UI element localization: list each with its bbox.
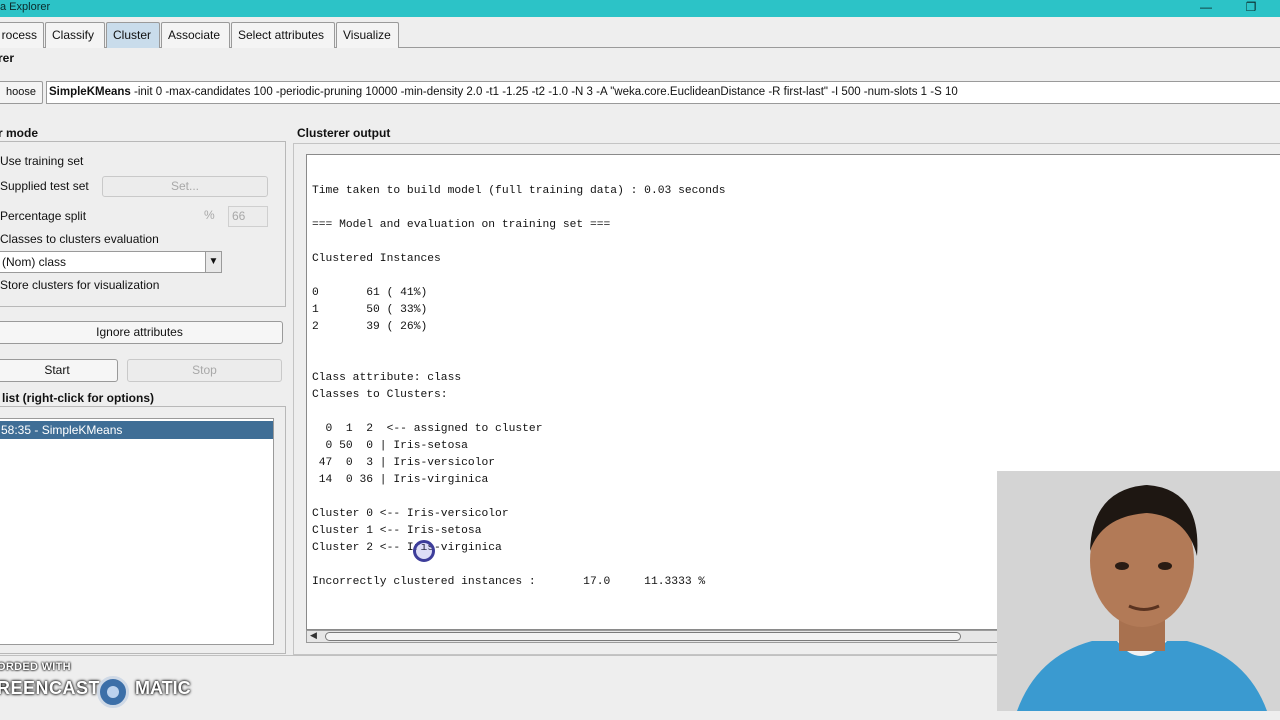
clusterer-output-header: Clusterer output (297, 126, 391, 140)
clusterer-name: SimpleKMeans (49, 86, 131, 98)
minimize-icon[interactable]: — (1198, 0, 1214, 16)
tab-strip: rocess Classify Cluster Associate Select… (0, 18, 1280, 48)
window-titlebar: a Explorer — ❐ (0, 0, 1280, 17)
choose-button[interactable]: hoose (0, 81, 43, 104)
screencast-logo-icon (97, 676, 129, 708)
tab-preprocess[interactable]: rocess (0, 22, 44, 48)
tab-classify[interactable]: Classify (45, 22, 105, 48)
result-list-header: list (right-click for options) (2, 391, 154, 405)
stop-button[interactable]: Stop (127, 359, 282, 382)
tab-select-attributes[interactable]: Select attributes (231, 22, 335, 48)
supplied-test-set-radio[interactable]: Supplied test set (0, 177, 89, 195)
class-attribute-select[interactable]: (Nom) class ▼ (0, 251, 222, 273)
percent-symbol: % (204, 208, 215, 222)
set-button[interactable]: Set... (102, 176, 268, 197)
ignore-attributes-button[interactable]: Ignore attributes (0, 321, 283, 344)
restore-icon[interactable]: ❐ (1243, 0, 1259, 16)
percentage-split-radio[interactable]: Percentage split (0, 207, 86, 225)
tab-associate[interactable]: Associate (161, 22, 230, 48)
result-list-item[interactable]: 58:35 - SimpleKMeans (0, 421, 273, 439)
class-select-value: (Nom) class (2, 255, 67, 269)
clusterer-output-text: Time taken to build model (full training… (312, 185, 726, 588)
chevron-down-icon[interactable]: ▼ (205, 252, 221, 272)
scrollbar-thumb[interactable] (325, 632, 961, 641)
tab-visualize[interactable]: Visualize (336, 22, 399, 48)
watermark-recorded-with: ORDED WITH (0, 661, 71, 673)
percentage-split-input[interactable]: 66 (228, 206, 268, 227)
cluster-mode-header: r mode (0, 126, 39, 140)
scroll-left-icon[interactable]: ◀ (310, 630, 317, 641)
webcam-person-image (997, 471, 1280, 711)
watermark-matic: MATIC (135, 678, 191, 698)
watermark-screencast: REENCAST (0, 678, 101, 698)
classes-to-clusters-radio[interactable]: Classes to clusters evaluation (0, 230, 159, 248)
clusterer-config-field[interactable]: SimpleKMeans -init 0 -max-candidates 100… (46, 81, 1280, 104)
result-list[interactable]: 58:35 - SimpleKMeans (0, 418, 274, 645)
webcam-overlay (997, 471, 1280, 711)
window-title: a Explorer (0, 1, 51, 13)
cursor-indicator-icon (413, 540, 435, 562)
use-training-set-radio[interactable]: Use training set (0, 152, 83, 170)
store-clusters-checkbox[interactable]: Store clusters for visualization (0, 276, 159, 294)
tab-cluster[interactable]: Cluster (106, 22, 160, 48)
logo-center (107, 686, 119, 698)
start-button[interactable]: Start (0, 359, 118, 382)
clusterer-options: -init 0 -max-candidates 100 -periodic-pr… (130, 86, 958, 98)
clusterer-header: rer (0, 51, 15, 65)
horizontal-scrollbar[interactable]: ◀ (306, 630, 1006, 643)
